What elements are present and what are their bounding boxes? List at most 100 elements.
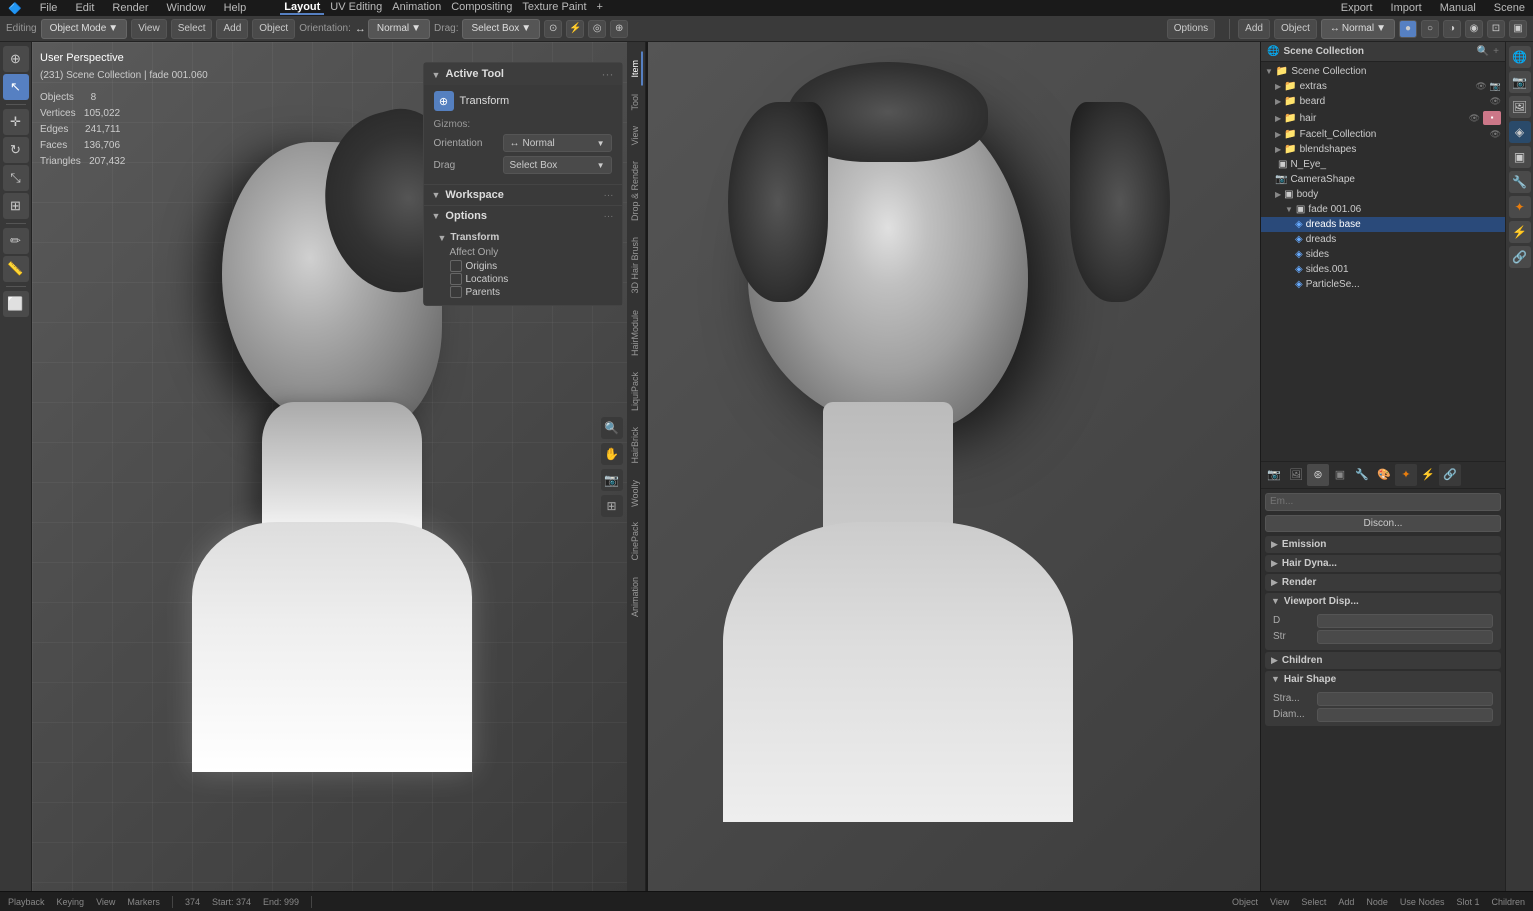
extras-eye[interactable]: 👁 [1475, 81, 1486, 92]
parents-checkbox[interactable] [450, 286, 462, 298]
locations-checkbox-item[interactable]: Locations [450, 273, 612, 285]
solid-shading-btn[interactable]: ● [1399, 20, 1417, 38]
cursor-tool[interactable]: ⊕ [3, 46, 29, 72]
vtab-cinepack[interactable]: CinePack [629, 514, 643, 569]
children-header[interactable]: ▶ Children [1265, 652, 1501, 669]
vtab-hairbrick[interactable]: HairBrick [629, 419, 643, 472]
status-add[interactable]: Add [1338, 897, 1354, 907]
menu-file[interactable]: File [36, 2, 62, 14]
menu-export[interactable]: Export [1337, 2, 1377, 14]
workspace-compositing[interactable]: Compositing [447, 1, 516, 15]
status-view-right[interactable]: View [1270, 897, 1289, 907]
tree-item-facelt[interactable]: ▶ 📁 Facelt_Collection 👁 [1261, 127, 1505, 142]
scale-tool[interactable]: ⤡ [3, 165, 29, 191]
drag-dropdown-panel[interactable]: Select Box ▼ [503, 156, 612, 174]
camera-icon[interactable]: 📷 [601, 469, 623, 491]
right-icon-render[interactable]: 📷 [1509, 71, 1531, 93]
options-dots[interactable]: ··· [604, 211, 614, 222]
workspace-header[interactable]: ▼ Workspace ··· [424, 185, 622, 205]
object-menu-btn[interactable]: Object [252, 19, 295, 39]
add-btn-right[interactable]: Add [1238, 19, 1270, 39]
workspace-uv[interactable]: UV Editing [326, 1, 386, 15]
transform-tool[interactable]: ⊞ [3, 193, 29, 219]
vtab-animation[interactable]: Animation [629, 569, 643, 625]
overlays-btn[interactable]: ⊡ [1487, 20, 1505, 38]
vtab-hair-brush[interactable]: 3D Hair Brush [629, 229, 643, 302]
prop-icon-particles[interactable]: ⊛ [1307, 464, 1329, 486]
disconnect-btn[interactable]: Discon... [1265, 515, 1501, 532]
prop-icon-material[interactable]: 🎨 [1373, 464, 1395, 486]
tree-item-fade[interactable]: ▼ ▣ fade 001.06 [1261, 202, 1505, 217]
status-select[interactable]: Select [1301, 897, 1326, 907]
workspace-animation[interactable]: Animation [388, 1, 445, 15]
rendered-btn[interactable]: ◉ [1465, 20, 1483, 38]
vtab-hairmodule[interactable]: HairModule [629, 302, 643, 364]
drag-dropdown[interactable]: Select Box ▼ [462, 19, 540, 39]
move-tool[interactable]: ✛ [3, 109, 29, 135]
object-mode-dropdown[interactable]: Object Mode ▼ [41, 19, 128, 39]
status-view[interactable]: View [96, 897, 115, 907]
tree-item-sides001[interactable]: ◈ sides.001 [1261, 262, 1505, 277]
menu-help[interactable]: Help [220, 2, 251, 14]
status-object[interactable]: Object [1232, 897, 1258, 907]
menu-import[interactable]: Import [1387, 2, 1426, 14]
material-preview-btn[interactable]: ◑ [1443, 20, 1461, 38]
rotate-tool[interactable]: ↻ [3, 137, 29, 163]
vtab-drop-render[interactable]: Drop & Render [629, 153, 643, 229]
menu-scene[interactable]: Scene [1490, 2, 1529, 14]
diam-value-bar[interactable] [1317, 708, 1493, 722]
str-value-bar[interactable] [1317, 630, 1493, 644]
prop-icon-scene[interactable]: 📷 [1263, 464, 1285, 486]
vtab-view[interactable]: View [629, 118, 643, 153]
locations-checkbox[interactable] [450, 273, 462, 285]
transform-orient-btn[interactable]: ⊕ [610, 20, 628, 38]
tree-item-body[interactable]: ▶ ▣ body [1261, 187, 1505, 202]
tree-item-dreads-base[interactable]: ◈ dreads base [1261, 217, 1505, 232]
prop-icon-particles-active[interactable]: ✦ [1395, 464, 1417, 486]
hair-dynamics-header[interactable]: ▶ Hair Dyna... [1265, 555, 1501, 572]
right-icon-modifier[interactable]: 🔧 [1509, 171, 1531, 193]
add-cube-tool[interactable]: ⬜ [3, 291, 29, 317]
facelt-eye[interactable]: 👁 [1490, 129, 1501, 140]
viewport-right[interactable] [648, 42, 1261, 891]
prop-icon-object[interactable]: ▣ [1329, 464, 1351, 486]
right-icon-object[interactable]: ▣ [1509, 146, 1531, 168]
extras-render[interactable]: 📷 [1490, 81, 1501, 92]
menu-window[interactable]: Window [162, 2, 209, 14]
scene-filter-icon[interactable]: 🔍 [1477, 46, 1489, 57]
select-tool[interactable]: ↖ [3, 74, 29, 100]
render-header[interactable]: ▶ Render [1265, 574, 1501, 591]
proportional-edit-btn[interactable]: ⊙ [544, 20, 562, 38]
select-menu-btn[interactable]: Select [171, 19, 213, 39]
active-tool-header[interactable]: ▼ Active Tool ··· [424, 63, 622, 85]
menu-edit[interactable]: Edit [71, 2, 98, 14]
tree-item-dreads[interactable]: ◈ dreads [1261, 232, 1505, 247]
measure-tool[interactable]: 📏 [3, 256, 29, 282]
workspace-texture-paint[interactable]: Texture Paint [518, 1, 590, 15]
table-icon[interactable]: ⊞ [601, 495, 623, 517]
beard-eye[interactable]: 👁 [1490, 96, 1501, 107]
modifier-input[interactable] [1265, 493, 1501, 511]
status-children[interactable]: Children [1491, 897, 1525, 907]
hair-eye[interactable]: 👁 [1469, 113, 1480, 124]
add-menu-btn[interactable]: Add [216, 19, 248, 39]
tree-item-blendshapes[interactable]: ▶ 📁 blendshapes [1261, 142, 1505, 157]
workspace-dots[interactable]: ··· [604, 190, 614, 201]
status-slot[interactable]: Slot 1 [1456, 897, 1479, 907]
d-value-bar[interactable] [1317, 614, 1493, 628]
right-icon-scene[interactable]: 🌐 [1509, 46, 1531, 68]
emission-header[interactable]: ▶ Emission [1265, 536, 1501, 553]
prop-icon-modifier[interactable]: 🔧 [1351, 464, 1373, 486]
prop-icon-constraints[interactable]: 🔗 [1439, 464, 1461, 486]
menu-manual[interactable]: Manual [1436, 2, 1480, 14]
transform-subsection[interactable]: ▼ Transform [434, 230, 612, 245]
annotate-tool[interactable]: ✏ [3, 228, 29, 254]
active-tool-dots[interactable]: ··· [602, 67, 614, 81]
viewport-display-header[interactable]: ▼ Viewport Disp... [1265, 593, 1501, 610]
tree-item-neye[interactable]: ▣ N_Eye_ [1261, 157, 1505, 172]
right-icon-output[interactable]: 🖼 [1509, 96, 1531, 118]
status-node[interactable]: Node [1366, 897, 1388, 907]
right-icon-constraints[interactable]: 🔗 [1509, 246, 1531, 268]
right-icon-physics[interactable]: ⚡ [1509, 221, 1531, 243]
right-icon-particles[interactable]: ✦ [1509, 196, 1531, 218]
